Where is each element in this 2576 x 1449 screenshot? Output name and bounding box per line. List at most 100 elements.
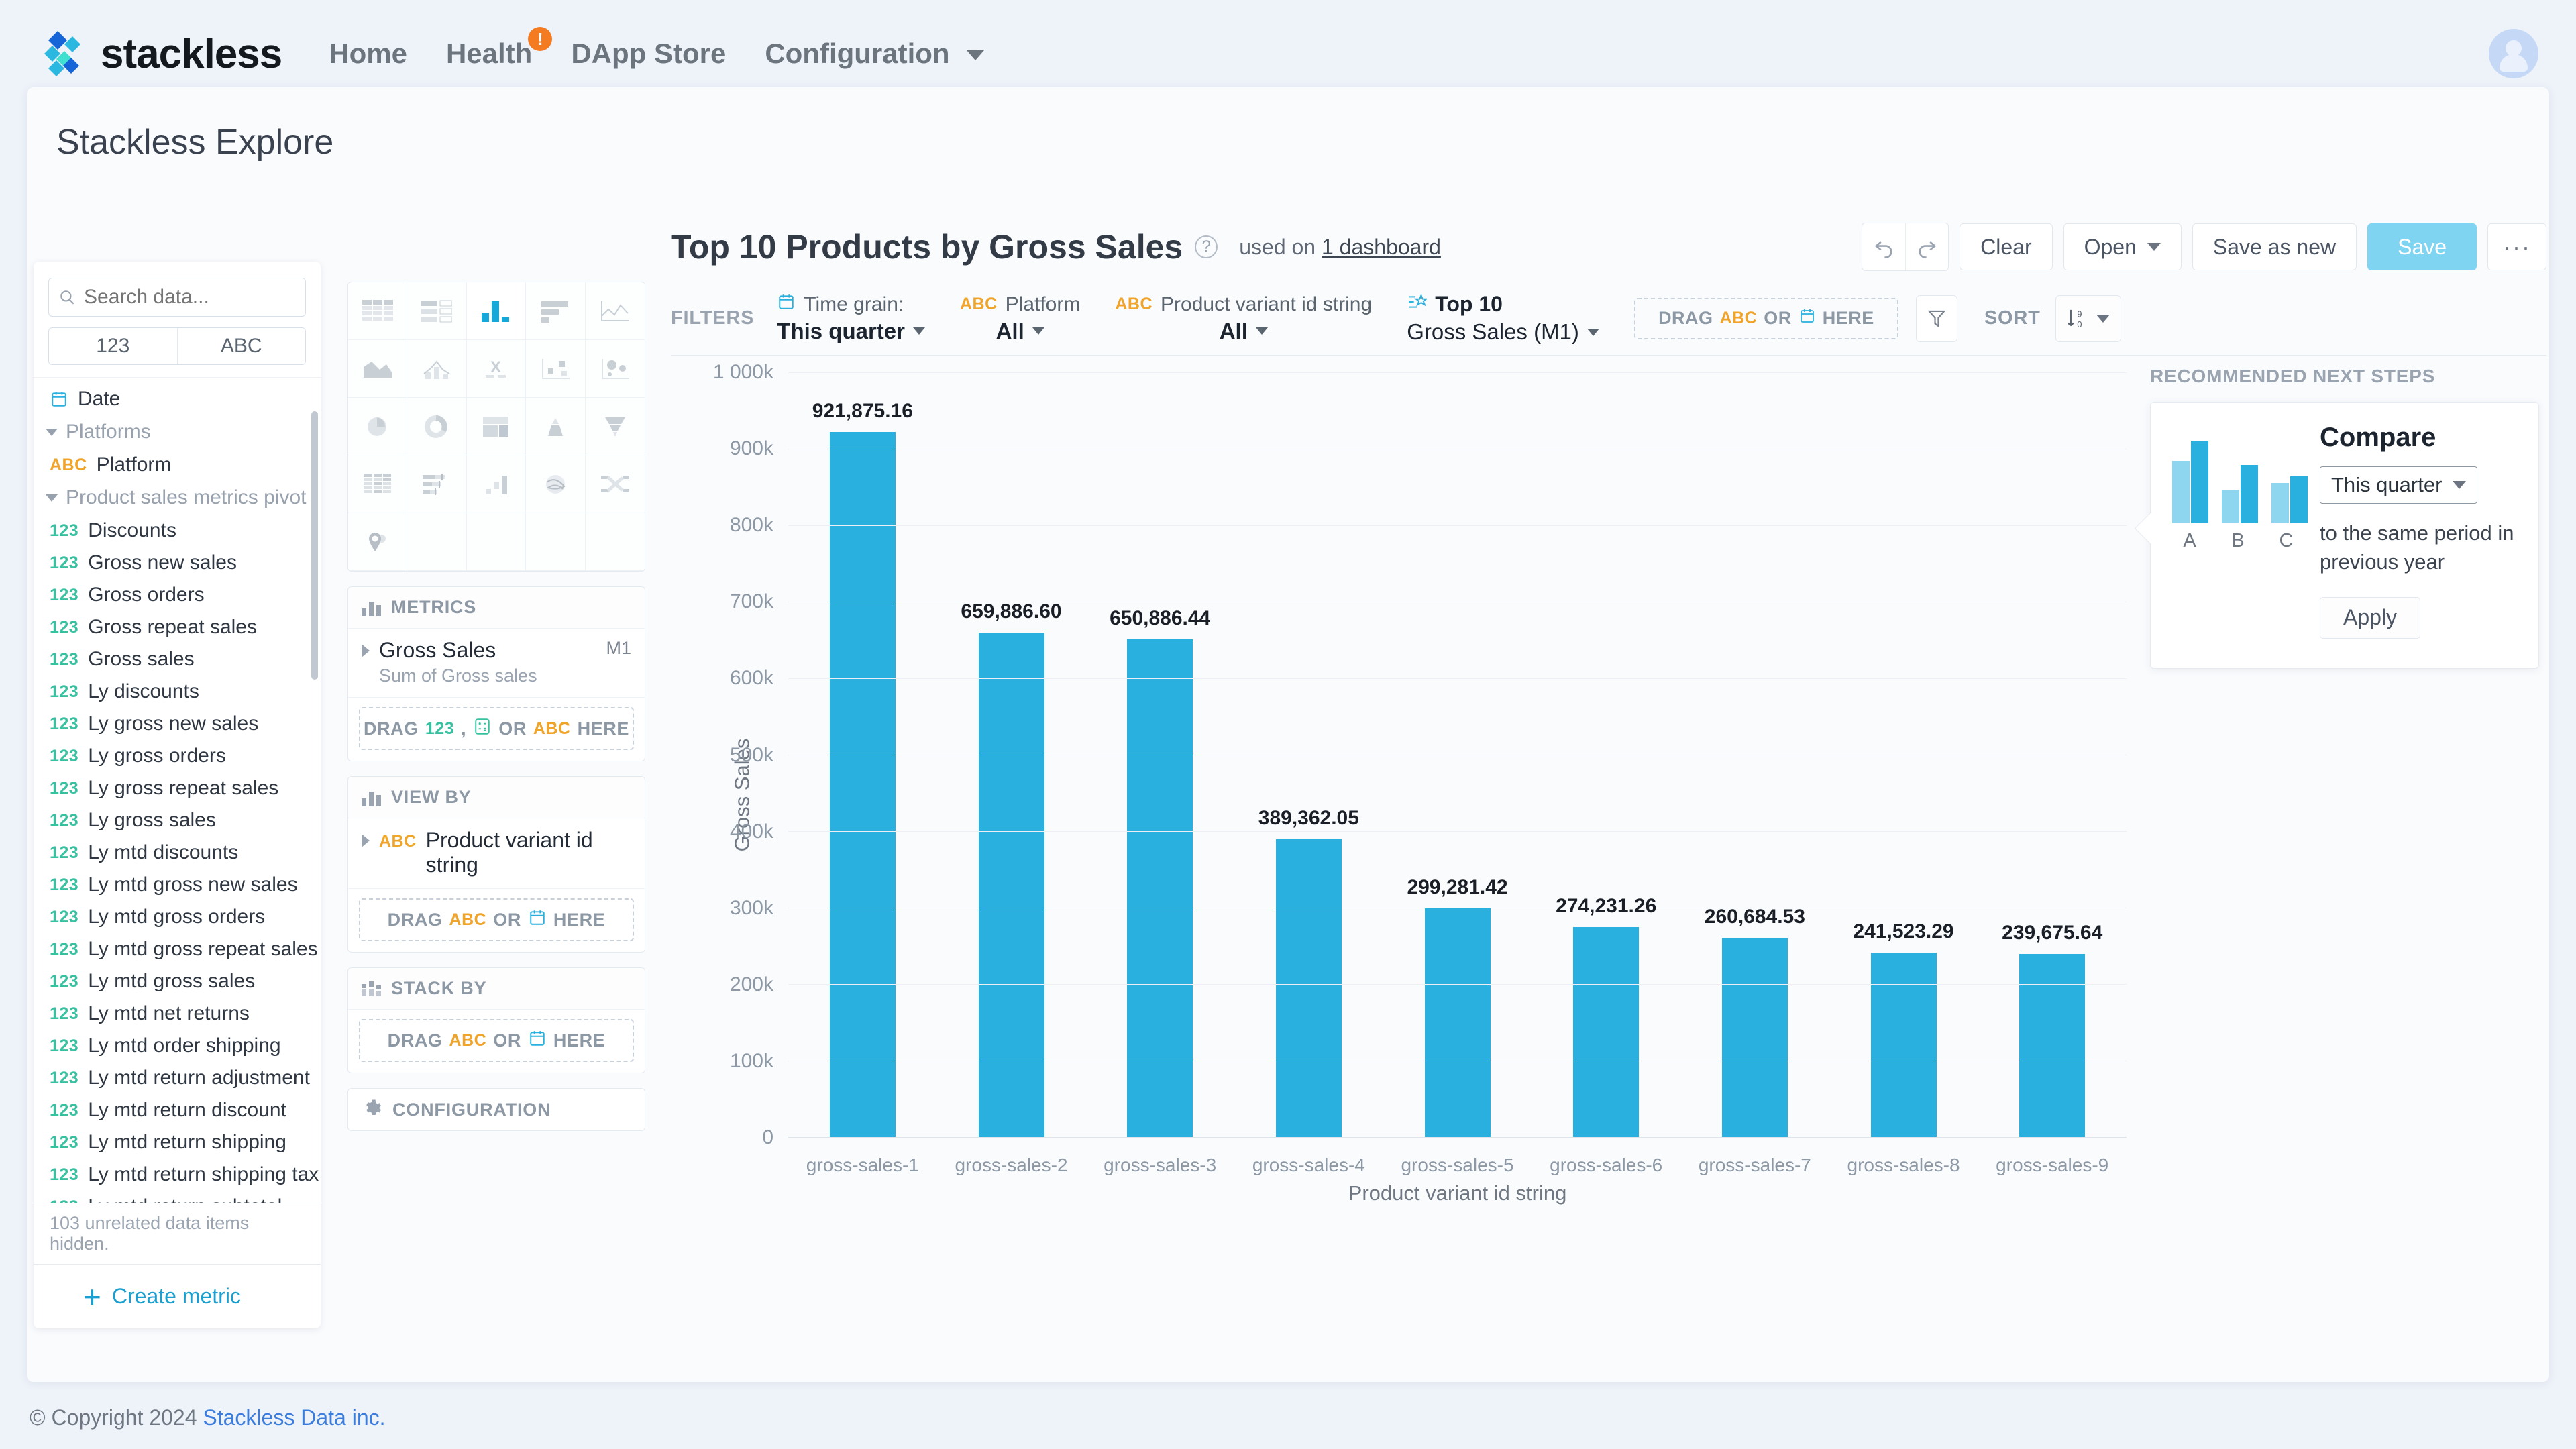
chart-bar[interactable] — [978, 632, 1044, 1137]
viz-type-treemap-icon[interactable] — [466, 398, 527, 455]
stack-by-dropzone[interactable]: DRAG ABC OR HERE — [359, 1019, 634, 1062]
viz-type-empty-2[interactable] — [466, 513, 527, 571]
field-item[interactable]: 123 Ly gross orders — [34, 740, 321, 772]
field-item[interactable]: 123 Ly mtd gross orders — [34, 901, 321, 933]
viz-type-sankey-chart-icon[interactable] — [585, 455, 645, 513]
field-list-scrollbar[interactable] — [311, 411, 318, 680]
field-item[interactable]: 123 Ly mtd return shipping tax — [34, 1159, 321, 1191]
chart-gridline: 1 000k — [713, 361, 2127, 383]
field-item[interactable]: 123 Gross repeat sales — [34, 611, 321, 643]
nav-item-configuration[interactable]: Configuration — [765, 38, 985, 70]
open-button[interactable]: Open — [2063, 223, 2182, 270]
viz-type-map-icon[interactable] — [348, 513, 408, 571]
field-item[interactable]: 123 Ly discounts — [34, 676, 321, 708]
field-item[interactable]: 123 Ly mtd net returns — [34, 998, 321, 1030]
viz-type-area-chart-icon[interactable] — [348, 340, 408, 398]
field-group-platforms[interactable]: Platforms — [34, 415, 321, 449]
sort-order-button[interactable]: 9 0 — [2055, 294, 2121, 342]
search-data-box[interactable] — [48, 278, 306, 317]
more-options-button[interactable]: ··· — [2487, 223, 2546, 270]
create-metric-button[interactable]: + Create metric — [34, 1264, 321, 1328]
field-item[interactable]: 123 Ly mtd discounts — [34, 837, 321, 869]
chart-bar[interactable] — [1721, 937, 1788, 1137]
chart-bar[interactable] — [829, 432, 896, 1137]
redo-button[interactable] — [1905, 223, 1948, 270]
save-button[interactable]: Save — [2367, 223, 2477, 270]
viz-type-line-chart-icon[interactable] — [585, 282, 645, 340]
field-item[interactable]: 123 Ly gross new sales — [34, 708, 321, 740]
viz-type-donut-chart-icon[interactable] — [407, 398, 467, 455]
chart-bar[interactable] — [1424, 908, 1491, 1137]
filter-dropzone[interactable]: DRAG ABC OR HERE — [1633, 297, 1898, 339]
field-item[interactable]: 123 Ly mtd gross repeat sales — [34, 933, 321, 965]
field-item[interactable]: 123 Ly gross sales — [34, 804, 321, 837]
chart-bar[interactable] — [1275, 839, 1342, 1137]
view-by-dropzone[interactable]: DRAG ABC OR HERE — [359, 898, 634, 941]
filter-product-variant[interactable]: ABC Product variant id string All — [1115, 293, 1372, 344]
filter-top-n[interactable]: Top 10 Gross Sales (M1) — [1407, 292, 1599, 345]
field-item[interactable]: 123 Ly mtd return discount — [34, 1094, 321, 1126]
viz-type-bar-chart-icon[interactable] — [526, 282, 586, 340]
chart-bar[interactable] — [1573, 927, 1640, 1137]
used-on-dashboard-link[interactable]: 1 dashboard — [1322, 235, 1441, 259]
viz-type-bubble-chart-icon[interactable] — [585, 340, 645, 398]
nav-item-dapp-store[interactable]: DApp Store — [571, 38, 726, 70]
field-item[interactable]: 123 Gross orders — [34, 579, 321, 611]
view-by-shelf-item[interactable]: ABC Product variant id string — [348, 818, 645, 889]
chart-bar[interactable] — [1870, 952, 1937, 1137]
compare-period-select[interactable]: This quarter — [2320, 466, 2478, 504]
clear-button[interactable]: Clear — [1960, 223, 2053, 270]
viz-type-pyramid-chart-icon[interactable] — [526, 398, 586, 455]
field-item[interactable]: 123 Ly gross repeat sales — [34, 772, 321, 804]
save-as-new-button[interactable]: Save as new — [2192, 223, 2357, 270]
field-item[interactable]: 123 Gross sales — [34, 643, 321, 676]
viz-type-network-chart-icon[interactable] — [526, 455, 586, 513]
filter-time-grain[interactable]: Time grain: This quarter — [777, 293, 925, 344]
field-item[interactable]: Date — [34, 383, 321, 415]
field-item[interactable]: 123 Ly mtd return subtotal — [34, 1191, 321, 1203]
field-item[interactable]: 123 Ly mtd gross sales — [34, 965, 321, 998]
field-item[interactable]: 123 Ly mtd order shipping — [34, 1030, 321, 1062]
viz-type-scatter-x-icon[interactable]: X — [466, 340, 527, 398]
field-group-product-sales-metrics-pivot[interactable]: Product sales metrics pivot — [34, 481, 321, 515]
viz-type-pie-chart-icon[interactable] — [348, 398, 408, 455]
brand-logo[interactable]: stackless — [38, 28, 282, 79]
apply-recommendation-button[interactable]: Apply — [2320, 596, 2421, 639]
toggle-text[interactable]: ABC — [176, 328, 305, 364]
field-item[interactable]: ABC Platform — [34, 449, 321, 481]
viz-type-empty-1[interactable] — [407, 513, 467, 571]
viz-type-column-chart-icon[interactable] — [466, 282, 527, 340]
field-item[interactable]: 123 Ly mtd return shipping — [34, 1126, 321, 1159]
undo-button[interactable] — [1862, 223, 1905, 270]
field-item[interactable]: 123 Discounts — [34, 515, 321, 547]
chevron-down-icon — [2453, 481, 2467, 489]
filter-funnel-button[interactable] — [1915, 294, 1957, 342]
help-icon[interactable]: ? — [1195, 235, 1218, 258]
footer-company-link[interactable]: Stackless Data inc. — [203, 1405, 385, 1430]
metrics-dropzone[interactable]: DRAG 123 , OR ABC HERE — [359, 707, 634, 750]
viz-type-waterfall-chart-icon[interactable] — [466, 455, 527, 513]
nav-item-health[interactable]: Health ! — [446, 27, 553, 70]
configuration-shelf[interactable]: CONFIGURATION — [347, 1088, 645, 1131]
viz-type-pivot-table-icon[interactable] — [348, 455, 408, 513]
viz-type-empty-3[interactable] — [526, 513, 586, 571]
viz-type-bullet-chart-icon[interactable] — [407, 455, 467, 513]
field-item[interactable]: 123 Gross new sales — [34, 547, 321, 579]
field-item[interactable]: 123 Ly mtd gross new sales — [34, 869, 321, 901]
chart-bar[interactable] — [2019, 953, 2086, 1137]
chevron-down-icon — [912, 327, 925, 335]
viz-type-combo-chart-icon[interactable] — [407, 340, 467, 398]
viz-type-scatter-square-icon[interactable] — [526, 340, 586, 398]
chart-bar[interactable] — [1127, 639, 1193, 1137]
user-avatar[interactable] — [2489, 29, 2538, 78]
toggle-numeric[interactable]: 123 — [49, 328, 177, 364]
metrics-shelf-item[interactable]: Gross Sales Sum of Gross sales M1 — [348, 629, 645, 698]
viz-type-table-with-sparklines-icon[interactable] — [407, 282, 467, 340]
viz-type-funnel-chart-icon[interactable] — [585, 398, 645, 455]
nav-item-home[interactable]: Home — [329, 38, 407, 70]
filter-platform[interactable]: ABC Platform All — [960, 293, 1080, 344]
viz-type-empty-4[interactable] — [585, 513, 645, 571]
search-input[interactable] — [84, 286, 296, 309]
field-item[interactable]: 123 Ly mtd return adjustment — [34, 1062, 321, 1094]
viz-type-table-icon[interactable] — [348, 282, 408, 340]
